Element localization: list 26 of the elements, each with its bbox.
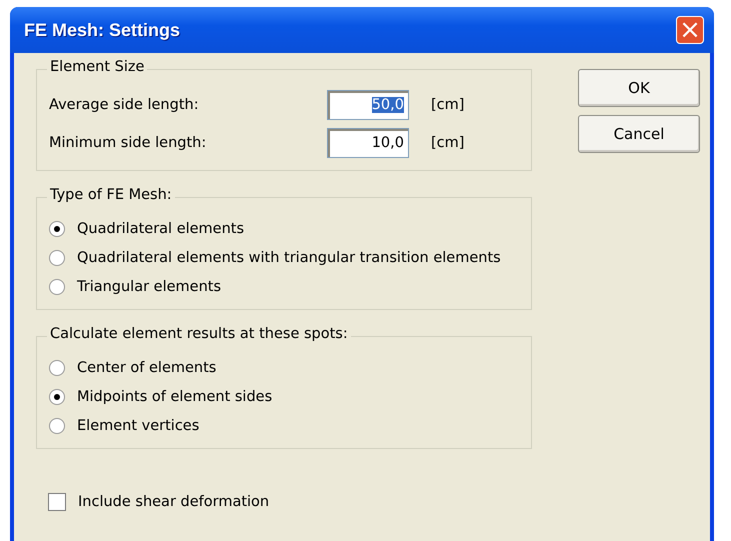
radio-button[interactable] [49,250,65,266]
option-label[interactable]: Quadrilateral elements with triangular transition elements [77,250,501,266]
input-field[interactable]: 10,0 [327,128,409,158]
close-button[interactable]: × [676,16,704,44]
option-label[interactable]: Quadrilateral elements [77,220,244,236]
group-title: Calculate element results at these spots: [47,326,351,342]
radio-button[interactable] [49,388,65,404]
option-label[interactable]: Triangular elements [77,278,222,294]
group-title: Type of FE Mesh: [47,187,175,203]
radio-button[interactable] [49,278,65,294]
radio-button[interactable] [49,220,65,236]
input-field[interactable]: 50,0 [327,90,409,120]
radio-button[interactable] [49,360,65,376]
option-label[interactable]: Center of elements [77,360,216,376]
cancel-button[interactable]: Cancel [578,115,700,153]
option-label[interactable]: Midpoints of element sides [77,388,272,404]
unit-label: [cm] [431,97,464,113]
checkbox-label[interactable]: Include shear deformation [78,494,270,510]
unit-label: [cm] [431,135,464,151]
option-label[interactable]: Element vertices [77,418,200,434]
checkbox[interactable] [48,493,66,511]
field-label: Minimum side length: [49,135,208,151]
field-label: Average side length: [49,97,200,113]
radio-button[interactable] [49,418,65,434]
ok-button[interactable]: OK [578,69,700,107]
window-title: FE Mesh: Settings [24,20,180,40]
